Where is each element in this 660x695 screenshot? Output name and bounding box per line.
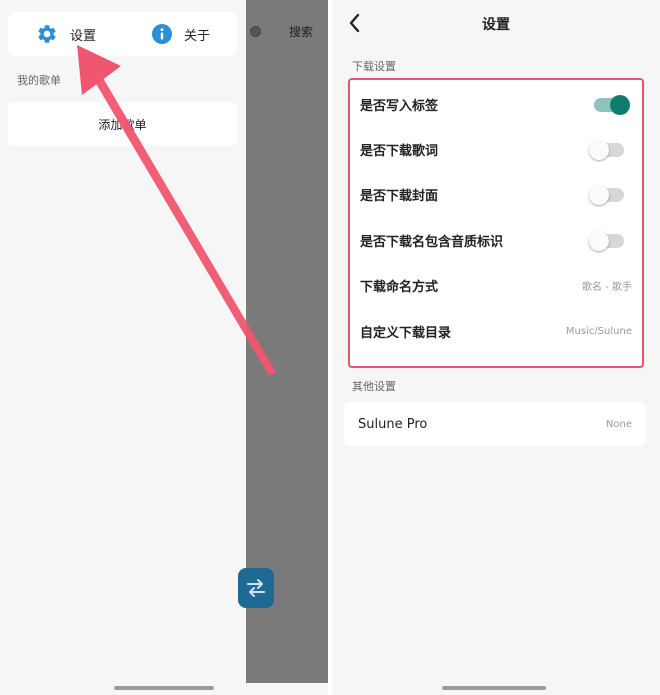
download-directory-value: Music/Sulune — [565, 326, 632, 337]
settings-menu-item[interactable]: 设置 — [36, 12, 96, 56]
about-menu-label: 关于 — [184, 28, 211, 44]
swap-fab-button[interactable] — [238, 568, 274, 608]
setting-label: 下载命名方式 — [360, 280, 439, 295]
download-lyrics-toggle[interactable] — [589, 139, 624, 160]
search-button[interactable]: 搜索 — [289, 23, 313, 40]
setting-row-download-directory[interactable]: 自定义下载目录 Music/Sulune — [360, 309, 632, 354]
setting-row-write-tags[interactable]: 是否写入标签 — [360, 82, 632, 127]
sulune-pro-value: None — [605, 418, 632, 430]
setting-row-download-cover[interactable]: 是否下载封面 — [360, 172, 632, 217]
info-icon — [152, 24, 172, 44]
my-playlists-label: 我的歌单 — [17, 74, 61, 87]
download-settings-section-label: 下载设置 — [352, 60, 396, 73]
other-settings-section-label: 其他设置 — [352, 380, 396, 393]
settings-menu-label: 设置 — [70, 28, 97, 44]
navigation-drawer: 设置 关于 我的歌单 添加歌单 — [0, 0, 246, 695]
home-indicator — [442, 686, 546, 690]
write-tags-toggle[interactable] — [594, 94, 630, 115]
add-playlist-button[interactable]: 添加歌单 — [8, 102, 237, 146]
gear-icon — [36, 23, 58, 45]
right-screen: 设置 下载设置 是否写入标签 是否下载歌词 是否下载封面 是否下载名包含音质标识… — [332, 0, 660, 695]
download-settings-card: 是否写入标签 是否下载歌词 是否下载封面 是否下载名包含音质标识 下载命名方式 … — [348, 78, 644, 368]
page-title: 设置 — [482, 17, 510, 33]
home-indicator — [114, 686, 214, 690]
setting-label: 是否写入标签 — [360, 99, 439, 114]
close-circle-icon — [250, 26, 261, 37]
drawer-menu-card: 设置 关于 — [8, 12, 237, 56]
setting-row-sulune-pro[interactable]: Sulune Pro None — [344, 402, 646, 446]
naming-format-value: 歌名 - 歌手 — [582, 282, 632, 293]
download-cover-toggle[interactable] — [589, 184, 624, 205]
setting-label: 是否下载歌词 — [360, 144, 439, 159]
setting-label: 是否下载名包含音质标识 — [360, 235, 504, 250]
setting-label: 是否下载封面 — [360, 189, 439, 204]
about-menu-item[interactable]: 关于 — [152, 12, 210, 56]
setting-label: Sulune Pro — [358, 416, 428, 432]
swap-arrows-icon — [245, 578, 267, 598]
setting-row-quality-in-name[interactable]: 是否下载名包含音质标识 — [360, 218, 632, 263]
setting-row-download-lyrics[interactable]: 是否下载歌词 — [360, 127, 632, 172]
settings-header: 设置 — [332, 0, 660, 46]
quality-in-name-toggle[interactable] — [589, 230, 624, 251]
left-screen: 设置 关于 我的歌单 添加歌单 搜索 — [0, 0, 328, 695]
setting-label: 自定义下载目录 — [360, 326, 452, 341]
setting-row-naming-format[interactable]: 下载命名方式 歌名 - 歌手 — [360, 263, 632, 308]
